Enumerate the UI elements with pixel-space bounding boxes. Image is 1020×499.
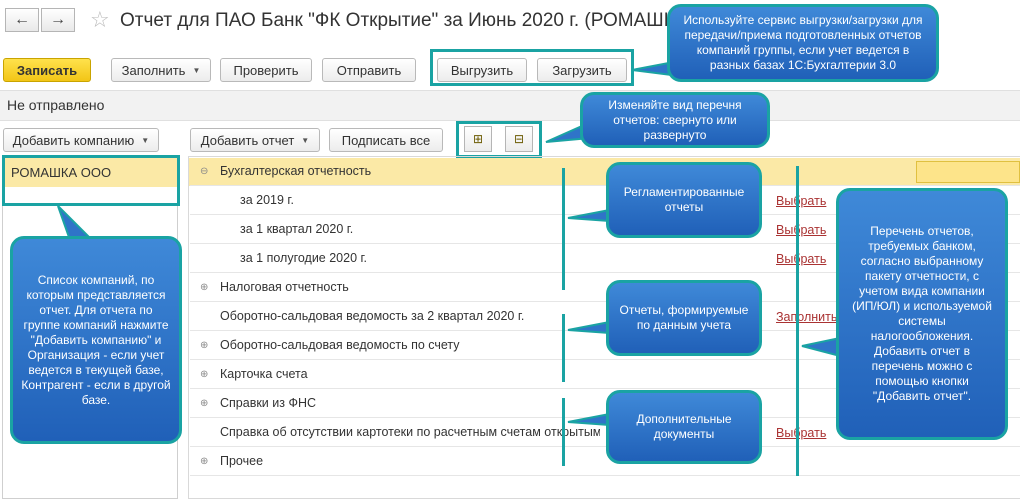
callout-upload-info: Используйте сервис выгрузки/загрузки для… [667,4,939,82]
callout-view-toggle: Изменяйте вид перечня отчетов: свернуто … [580,92,770,148]
callout-bank-list: Перечень отчетов, требуемых банком, согл… [836,188,1008,440]
callout-accounting-reports: Отчеты, формируемые по данным учета [606,280,762,356]
callout-companies-list: Список компаний, по которым представляет… [10,236,182,444]
callout-additional-docs: Дополнительные документы [606,390,762,464]
callout-regulated-reports: Регламентированные отчеты [606,162,762,238]
